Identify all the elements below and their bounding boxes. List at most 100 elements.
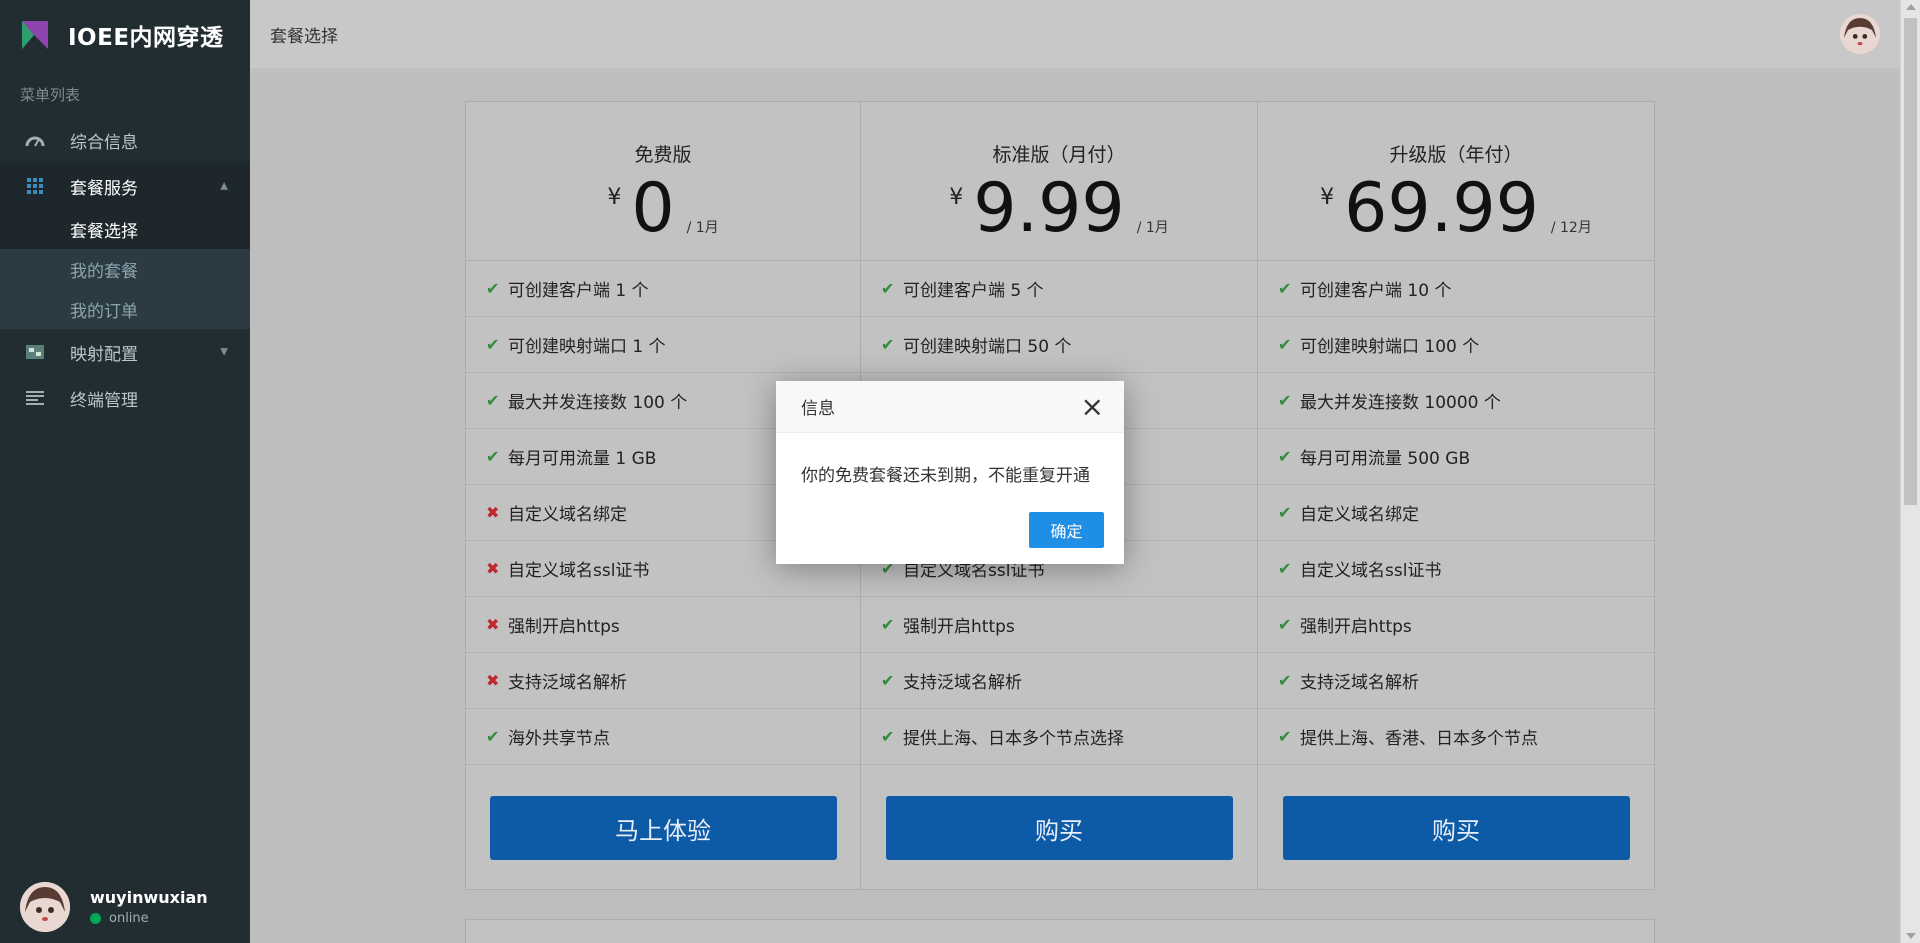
- sidebar-item-label: 映射配置: [70, 344, 138, 365]
- feature-item: ✔ 可创建映射端口 100 个: [1258, 317, 1654, 373]
- check-icon: ✔: [881, 335, 895, 354]
- feature-text: 可创建映射端口 50 个: [903, 337, 1072, 357]
- sidebar-item-label: 套餐服务: [70, 178, 138, 199]
- scroll-down-arrow-icon[interactable]: [1906, 933, 1916, 939]
- feature-item: ✔ 提供上海、香港、日本多个节点: [1258, 709, 1654, 765]
- feature-item: ✖ 强制开启https: [466, 597, 861, 653]
- dialog-message: 你的免费套餐还未到期，不能重复开通: [801, 466, 1090, 486]
- feature-item: ✔ 可创建客户端 10 个: [1258, 261, 1654, 317]
- sidebar-item-mapping[interactable]: 映射配置 ▼: [0, 329, 250, 375]
- check-icon: ✔: [1278, 503, 1292, 522]
- check-icon: ✔: [1278, 615, 1292, 634]
- plan-name: 标准版（月付）: [992, 144, 1126, 166]
- check-icon: ✔: [486, 391, 500, 410]
- feature-item: ✔ 海外共享节点: [466, 709, 861, 765]
- currency-symbol: ¥: [607, 185, 622, 210]
- dialog-title: 信息: [801, 399, 835, 419]
- feature-text: 提供上海、香港、日本多个节点: [1300, 729, 1539, 749]
- sidebar: IOEE内网穿透 菜单列表 综合信息 套餐服务 ▲ 套餐选择 我的套餐 我的订单…: [0, 0, 250, 943]
- avatar: [20, 881, 70, 932]
- feature-text: 可创建映射端口 1 个: [508, 337, 666, 357]
- online-status-icon: [90, 912, 101, 924]
- plan-name: 免费版: [634, 144, 692, 166]
- feature-item: ✔ 可创建客户端 5 个: [861, 261, 1258, 317]
- sidebar-subitem-my-packages[interactable]: 我的套餐: [0, 249, 250, 289]
- sidebar-item-label: 终端管理: [70, 390, 138, 411]
- feature-text: 自定义域名绑定: [1300, 505, 1420, 525]
- header-avatar[interactable]: [1840, 14, 1880, 54]
- plan-period: / 1月: [686, 220, 719, 236]
- plan-name: 升级版（年付）: [1389, 144, 1523, 166]
- feature-item: ✔ 自定义域名ssl证书: [1258, 541, 1654, 597]
- check-icon: ✔: [1278, 671, 1292, 690]
- dashboard-icon: [24, 131, 46, 149]
- sidebar-subitem-my-orders[interactable]: 我的订单: [0, 289, 250, 329]
- feature-item: ✔ 可创建映射端口 1 个: [466, 317, 861, 373]
- sidebar-item-terminals[interactable]: 终端管理: [0, 375, 250, 421]
- feature-item: ✔ 自定义域名绑定: [1258, 485, 1654, 541]
- feature-item: ✖ 支持泛域名解析: [466, 653, 861, 709]
- check-icon: ✔: [1278, 279, 1292, 298]
- feature-text: 自定义域名ssl证书: [508, 561, 650, 581]
- user-name: wuyinwuxian: [90, 887, 208, 907]
- check-icon: ✔: [881, 279, 895, 298]
- vertical-scrollbar[interactable]: [1900, 0, 1920, 943]
- list-icon: [24, 389, 46, 407]
- plan-card: 升级版（年付） ¥69.99 / 12月 ✔ 可创建客户端 10 个 ✔ 可创建映射端口 1…: [1258, 101, 1655, 890]
- plan-price: 0: [631, 169, 675, 248]
- plan-header: 标准版（月付） ¥9.99 / 1月: [861, 102, 1258, 261]
- feature-item: ✔ 强制开启https: [861, 597, 1258, 653]
- feature-text: 支持泛域名解析: [1300, 673, 1420, 693]
- check-icon: ✔: [881, 615, 895, 634]
- close-icon[interactable]: ×: [1081, 392, 1104, 421]
- check-icon: ✔: [1278, 391, 1292, 410]
- plan-price: 9.99: [973, 169, 1125, 248]
- feature-text: 可创建客户端 1 个: [508, 281, 649, 301]
- feature-text: 最大并发连接数 10000 个: [1300, 393, 1501, 413]
- feature-text: 可创建客户端 5 个: [903, 281, 1044, 301]
- plan-footer: 购买: [1258, 765, 1654, 891]
- plan-period: / 12月: [1550, 220, 1592, 236]
- sidebar-item-dashboard[interactable]: 综合信息: [0, 117, 250, 163]
- user-panel[interactable]: wuyinwuxian online: [0, 870, 250, 943]
- cross-icon: ✖: [486, 615, 500, 634]
- feature-text: 最大并发连接数 100 个: [508, 393, 688, 413]
- currency-symbol: ¥: [949, 185, 964, 210]
- mapping-icon: [24, 343, 46, 361]
- logo[interactable]: IOEE内网穿透: [0, 0, 250, 70]
- plan-footer: 购买: [861, 765, 1257, 891]
- feature-item: ✔ 每月可用流量 500 GB: [1258, 429, 1654, 485]
- plan-action-button[interactable]: 购买: [1282, 796, 1630, 860]
- scroll-up-arrow-icon[interactable]: [1906, 4, 1916, 10]
- dialog-header: 信息 ×: [776, 381, 1124, 433]
- plan-action-button[interactable]: 马上体验: [489, 796, 837, 860]
- sidebar-item-packages[interactable]: 套餐服务 ▲: [0, 163, 250, 209]
- check-icon: ✔: [881, 671, 895, 690]
- page-title: 套餐选择: [270, 27, 338, 47]
- scroll-thumb[interactable]: [1904, 18, 1917, 505]
- sidebar-subitem-package-select[interactable]: 套餐选择: [0, 209, 250, 249]
- feature-item: ✔ 可创建映射端口 50 个: [861, 317, 1258, 373]
- feature-text: 自定义域名ssl证书: [1300, 561, 1442, 581]
- feature-list: ✔ 可创建客户端 10 个 ✔ 可创建映射端口 100 个 ✔ 最大并发连接数 10000…: [1258, 261, 1654, 765]
- feature-item: ✔ 强制开启https: [1258, 597, 1654, 653]
- feature-text: 自定义域名绑定: [508, 505, 627, 525]
- check-icon: ✔: [486, 335, 500, 354]
- user-status-label: online: [109, 910, 149, 926]
- price-row: ¥0 / 1月: [466, 169, 860, 249]
- feature-item: ✔ 支持泛域名解析: [1258, 653, 1654, 709]
- feature-item: ✔ 提供上海、日本多个节点选择: [861, 709, 1258, 765]
- plan-footer: 马上体验: [466, 765, 860, 891]
- logo-icon: [20, 21, 50, 49]
- plan-action-button[interactable]: 购买: [885, 796, 1233, 860]
- confirm-button[interactable]: 确定: [1029, 512, 1104, 548]
- currency-symbol: ¥: [1320, 185, 1335, 210]
- check-icon: ✔: [881, 727, 895, 746]
- check-icon: ✔: [1278, 727, 1292, 746]
- logo-text: IOEE内网穿透: [68, 25, 224, 51]
- plan-price: 69.99: [1344, 169, 1539, 248]
- next-section-card: [465, 919, 1655, 943]
- plan-period: / 1月: [1136, 220, 1169, 236]
- feature-text: 提供上海、日本多个节点选择: [903, 729, 1125, 749]
- price-row: ¥9.99 / 1月: [861, 169, 1257, 249]
